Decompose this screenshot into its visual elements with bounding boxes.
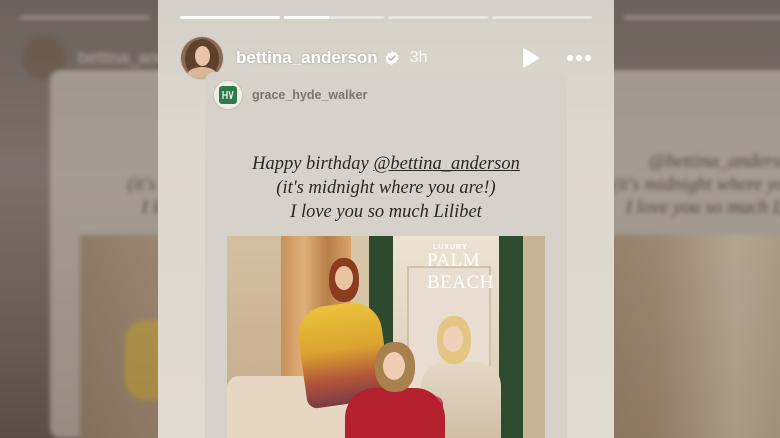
message-text: Happy birthday <box>252 154 374 174</box>
progress-segment <box>180 16 280 19</box>
source-username[interactable]: grace_hyde_walker <box>252 88 367 102</box>
mention-link[interactable]: @bettina_anderson <box>373 154 520 174</box>
blurred-story-copy: bettina_anderson Happy birthday (it's mi… <box>0 0 158 438</box>
message-text: (it's midnight where you are!) <box>276 178 496 198</box>
blurred-background-right: @bettina_anderson (it's midnight where y… <box>614 0 780 438</box>
story-timestamp: 3h <box>409 49 428 66</box>
blurred-story-copy: @bettina_anderson (it's midnight where y… <box>614 0 780 438</box>
story-viewer[interactable]: bettina_anderson 3h grace_hyde_walker Ha… <box>158 0 614 438</box>
play-icon <box>523 48 539 68</box>
blurred-message: Happy birthday (it's midnight where you … <box>127 174 158 218</box>
magazine-photo: LUXURY PALM BEACH <box>227 236 545 438</box>
more-options-button[interactable] <box>566 45 592 71</box>
progress-segment <box>284 16 384 19</box>
message-text: I love you so much Lilibet <box>290 202 482 222</box>
verified-badge-icon <box>385 51 399 65</box>
source-avatar[interactable] <box>213 80 243 110</box>
shared-post-source[interactable]: grace_hyde_walker <box>213 80 367 110</box>
blurred-username: bettina_anderson <box>78 48 158 67</box>
blurred-progress-bar <box>624 16 780 19</box>
story-username[interactable]: bettina_anderson <box>236 48 378 68</box>
more-horizontal-icon <box>567 55 591 61</box>
monogram-logo-icon <box>219 86 237 104</box>
story-progress-bar <box>180 16 592 19</box>
progress-segment <box>388 16 488 19</box>
progress-segment <box>492 16 592 19</box>
magazine-title: PALM BEACH <box>427 250 494 293</box>
header-actions <box>518 45 592 71</box>
shared-post-card[interactable]: grace_hyde_walker Happy birthday @bettin… <box>205 72 567 438</box>
blurred-photo <box>614 235 780 438</box>
blurred-message: @bettina_anderson (it's midnight where y… <box>614 151 780 218</box>
birthday-message: Happy birthday @bettina_anderson (it's m… <box>205 152 567 224</box>
person-red-dress <box>345 388 445 438</box>
blurred-dress-yellow <box>125 320 158 400</box>
blurred-background-left: bettina_anderson Happy birthday (it's mi… <box>0 0 158 438</box>
play-button[interactable] <box>518 45 544 71</box>
blurred-progress-bar <box>20 16 150 19</box>
